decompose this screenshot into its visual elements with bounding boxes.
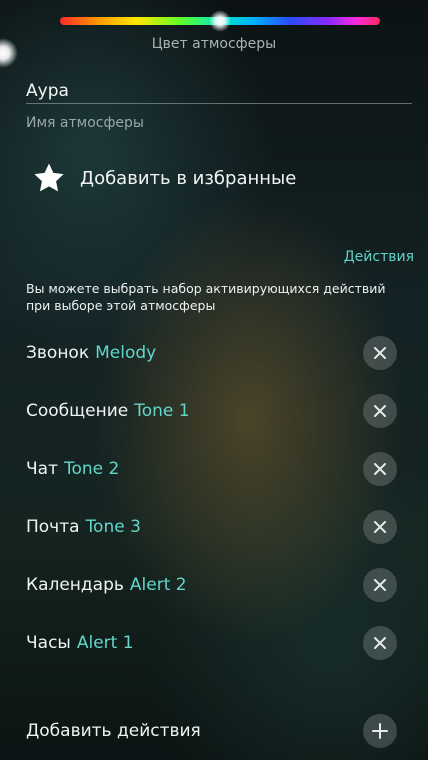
add-actions-button[interactable]	[363, 714, 397, 748]
action-row-chat[interactable]: Чат Tone 2	[0, 446, 428, 492]
action-row-clock[interactable]: Часы Alert 1	[0, 620, 428, 666]
plus-icon	[372, 723, 388, 739]
add-to-favorites-label: Добавить в избранные	[80, 167, 297, 189]
remove-action-button[interactable]	[363, 568, 397, 602]
action-name: Звонок	[26, 343, 90, 363]
action-text: Календарь Alert 2	[26, 575, 187, 595]
action-tone[interactable]: Alert 2	[130, 575, 187, 595]
action-name: Сообщение	[26, 401, 129, 421]
action-text: Сообщение Tone 1	[26, 401, 190, 421]
action-text: Почта Tone 3	[26, 517, 141, 537]
action-text: Часы Alert 1	[26, 633, 134, 653]
action-tone[interactable]: Tone 1	[134, 401, 189, 421]
action-name: Чат	[26, 459, 58, 479]
actions-description: Вы можете выбрать набор активирующихся д…	[26, 281, 386, 313]
action-text: Чат Tone 2	[26, 459, 119, 479]
action-tone[interactable]: Tone 3	[86, 517, 141, 537]
action-tone[interactable]: Tone 2	[64, 459, 119, 479]
remove-action-button[interactable]	[363, 510, 397, 544]
remove-action-button[interactable]	[363, 452, 397, 486]
close-icon	[374, 521, 386, 533]
close-icon	[374, 347, 386, 359]
close-icon	[374, 405, 386, 417]
atmosphere-name-hint: Имя атмосферы	[26, 115, 144, 131]
add-to-favorites-button[interactable]: Добавить в избранные	[32, 158, 296, 198]
atmosphere-color-label: Цвет атмосферы	[151, 36, 277, 52]
action-name: Часы	[26, 633, 71, 653]
action-text: Звонок Melody	[26, 343, 156, 363]
atmosphere-editor-screen: Цвет атмосферы Имя атмосферы Добавить в …	[0, 0, 428, 760]
action-tone[interactable]: Melody	[95, 343, 156, 363]
star-icon	[34, 163, 64, 192]
remove-action-button[interactable]	[363, 394, 397, 428]
action-row-calendar[interactable]: Календарь Alert 2	[0, 562, 428, 608]
close-icon	[374, 463, 386, 475]
actions-section-header: Действия	[343, 249, 414, 265]
action-tone[interactable]: Alert 1	[77, 633, 134, 653]
add-actions-row[interactable]: Добавить действия	[0, 711, 428, 751]
close-icon	[374, 579, 386, 591]
atmosphere-color-slider[interactable]	[60, 10, 380, 32]
action-row-mail[interactable]: Почта Tone 3	[0, 504, 428, 550]
add-actions-label: Добавить действия	[26, 721, 201, 741]
action-name: Почта	[26, 517, 80, 537]
action-name: Календарь	[26, 575, 124, 595]
atmosphere-name-input[interactable]	[26, 78, 412, 104]
remove-action-button[interactable]	[363, 626, 397, 660]
color-slider-thumb[interactable]	[209, 10, 231, 32]
remove-action-button[interactable]	[363, 336, 397, 370]
action-row-message[interactable]: Сообщение Tone 1	[0, 388, 428, 434]
action-row-call[interactable]: Звонок Melody	[0, 330, 428, 376]
close-icon	[374, 637, 386, 649]
